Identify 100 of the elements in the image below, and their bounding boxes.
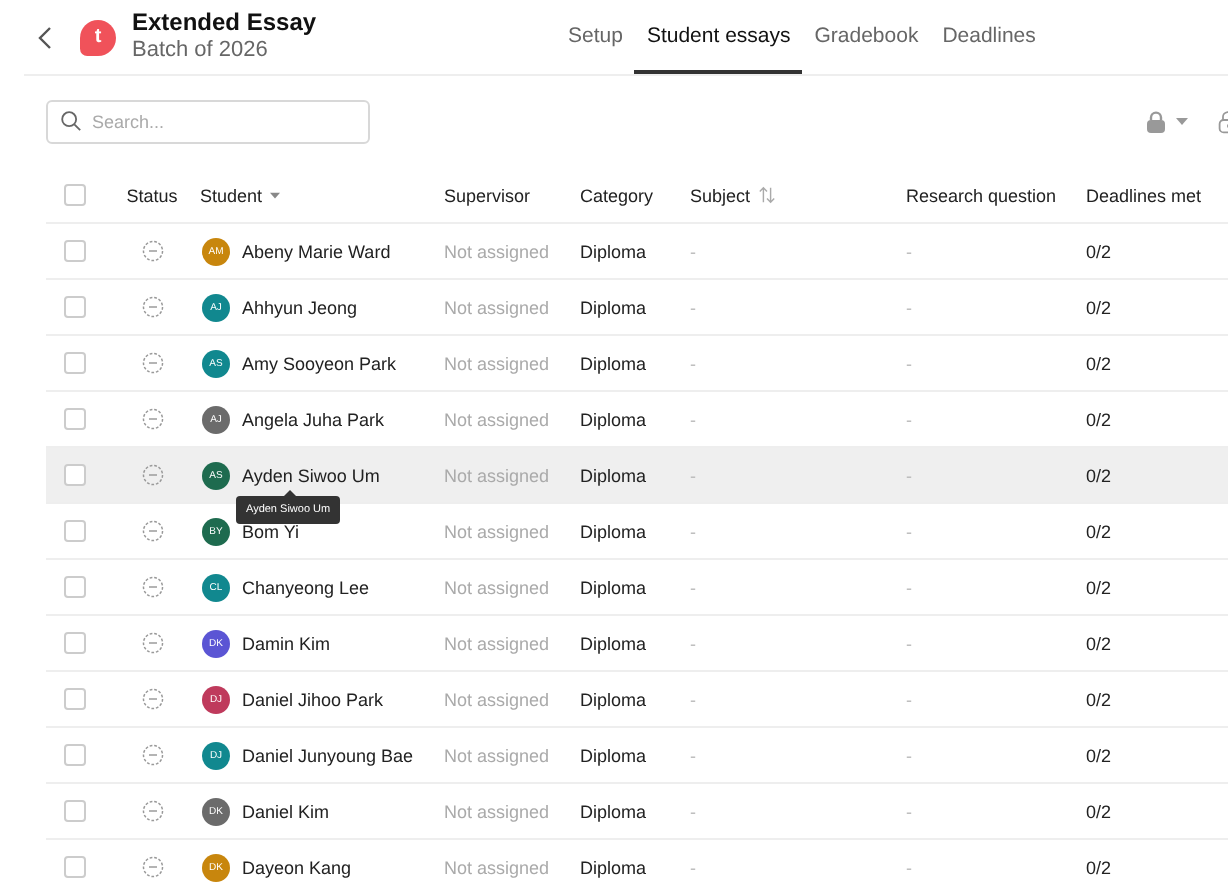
- table-cell-text: Diploma: [580, 857, 649, 877]
- row-checkbox[interactable]: [64, 744, 86, 766]
- status-icon: [141, 408, 163, 430]
- row-checkbox[interactable]: [64, 576, 86, 598]
- search-field[interactable]: Search...: [46, 100, 370, 144]
- table-cell-text: -: [690, 353, 698, 373]
- table-cell-text: Not assigned: [444, 689, 552, 709]
- table-cell-text: -: [690, 745, 698, 765]
- row-checkbox[interactable]: [64, 520, 86, 542]
- table-cell-text: Not assigned: [444, 241, 552, 261]
- table-cell-text: Not assigned: [444, 857, 552, 877]
- status-icon: [141, 296, 163, 318]
- student-name: Abeny Marie Ward: [242, 241, 391, 261]
- table-cell-text: -: [906, 801, 914, 821]
- table-cell-text: Not assigned: [444, 409, 552, 429]
- status-icon: [141, 800, 163, 822]
- column-header[interactable]: Student: [200, 185, 263, 205]
- select-all-checkbox[interactable]: [64, 184, 86, 206]
- tab[interactable]: Deadlines: [930, 0, 1048, 74]
- table-cell-text: -: [690, 465, 698, 485]
- table-cell-text: -: [906, 577, 914, 597]
- status-icon: [141, 352, 163, 374]
- student-name: Chanyeong Lee: [242, 577, 370, 597]
- table-cell-text: 0/2: [1086, 689, 1114, 709]
- table-cell-text: 0/2: [1086, 745, 1114, 765]
- search-icon: [60, 110, 82, 132]
- table-cell-text: Not assigned: [444, 297, 552, 317]
- table-cell-text: -: [906, 633, 914, 653]
- table-cell-text: 0/2: [1086, 801, 1114, 821]
- student-name: Bom Yi: [242, 521, 300, 541]
- table-cell-text: 0/2: [1086, 577, 1114, 597]
- tab[interactable]: Student essays: [634, 0, 803, 74]
- column-header[interactable]: Subject: [690, 185, 751, 205]
- student-name: Dayeon Kang: [242, 857, 352, 877]
- row-checkbox[interactable]: [64, 408, 86, 430]
- app-logo: t: [80, 19, 116, 55]
- table-cell-text: Diploma: [580, 633, 649, 653]
- table-cell-text: 0/2: [1086, 241, 1114, 261]
- table-cell-text: 0/2: [1086, 857, 1114, 877]
- row-checkbox[interactable]: [64, 296, 86, 318]
- row-checkbox[interactable]: [64, 800, 86, 822]
- column-header[interactable]: Status: [126, 185, 178, 205]
- status-icon: [141, 632, 163, 654]
- table-cell-text: Not assigned: [444, 353, 552, 373]
- table-cell-text: Diploma: [580, 241, 649, 261]
- table-cell-text: 0/2: [1086, 353, 1114, 373]
- table-cell-text: Diploma: [580, 465, 649, 485]
- table-cell-text: 0/2: [1086, 409, 1114, 429]
- column-header[interactable]: Supervisor: [444, 185, 531, 205]
- row-checkbox[interactable]: [64, 688, 86, 710]
- student-name: Daniel Jihoo Park: [242, 689, 384, 709]
- table-cell-text: -: [906, 857, 914, 877]
- table-cell-text: 0/2: [1086, 465, 1114, 485]
- row-checkbox[interactable]: [64, 464, 86, 486]
- table-cell-text: -: [906, 297, 914, 317]
- column-header[interactable]: Deadlines met: [1086, 185, 1202, 205]
- table-cell-text: -: [906, 521, 914, 541]
- table-cell-text: 0/2: [1086, 521, 1114, 541]
- table-cell-text: Not assigned: [444, 465, 552, 485]
- table-cell-text: Not assigned: [444, 801, 552, 821]
- table-cell-text: -: [906, 465, 914, 485]
- table-cell-text: -: [690, 689, 698, 709]
- row-checkbox[interactable]: [64, 240, 86, 262]
- student-name: Amy Sooyeon Park: [242, 353, 397, 373]
- caret-icon[interactable]: [270, 191, 281, 199]
- status-icon: [141, 744, 163, 766]
- table-cell-text: -: [906, 689, 914, 709]
- lock-icon: [1144, 110, 1168, 134]
- table-cell-text: -: [690, 577, 698, 597]
- page-subtitle: Batch of 2026: [132, 38, 270, 64]
- table-cell-text: -: [690, 241, 698, 261]
- row-checkbox[interactable]: [64, 856, 86, 878]
- column-header[interactable]: Category: [580, 185, 654, 205]
- row-checkbox[interactable]: [64, 352, 86, 374]
- table-cell-text: Diploma: [580, 409, 649, 429]
- status-icon: [141, 520, 163, 542]
- back-icon[interactable]: [36, 25, 56, 49]
- table-cell-text: -: [906, 745, 914, 765]
- caret-icon: [1176, 118, 1188, 126]
- page-title: Extended Essay: [132, 10, 317, 39]
- tab[interactable]: Gradebook: [802, 0, 931, 74]
- table-cell-text: Diploma: [580, 353, 649, 373]
- table-cell-text: -: [906, 241, 914, 261]
- student-name: Damin Kim: [242, 633, 331, 653]
- table-cell-text: -: [690, 857, 698, 877]
- sort-icon[interactable]: [758, 186, 777, 204]
- row-checkbox[interactable]: [64, 632, 86, 654]
- table-cell-text: Diploma: [580, 297, 649, 317]
- table-cell-text: -: [690, 801, 698, 821]
- status-icon: [141, 688, 163, 710]
- status-icon: [141, 240, 163, 262]
- column-header[interactable]: Research question: [906, 185, 1057, 205]
- student-name: Ahhyun Jeong: [242, 297, 358, 317]
- student-name: Daniel Kim: [242, 801, 330, 821]
- status-icon: [141, 576, 163, 598]
- table-cell-text: -: [690, 409, 698, 429]
- lock-dropdown[interactable]: [1144, 110, 1188, 134]
- student-name: Angela Juha Park: [242, 409, 385, 429]
- tab[interactable]: Setup: [556, 0, 635, 74]
- table-cell-text: Not assigned: [444, 745, 552, 765]
